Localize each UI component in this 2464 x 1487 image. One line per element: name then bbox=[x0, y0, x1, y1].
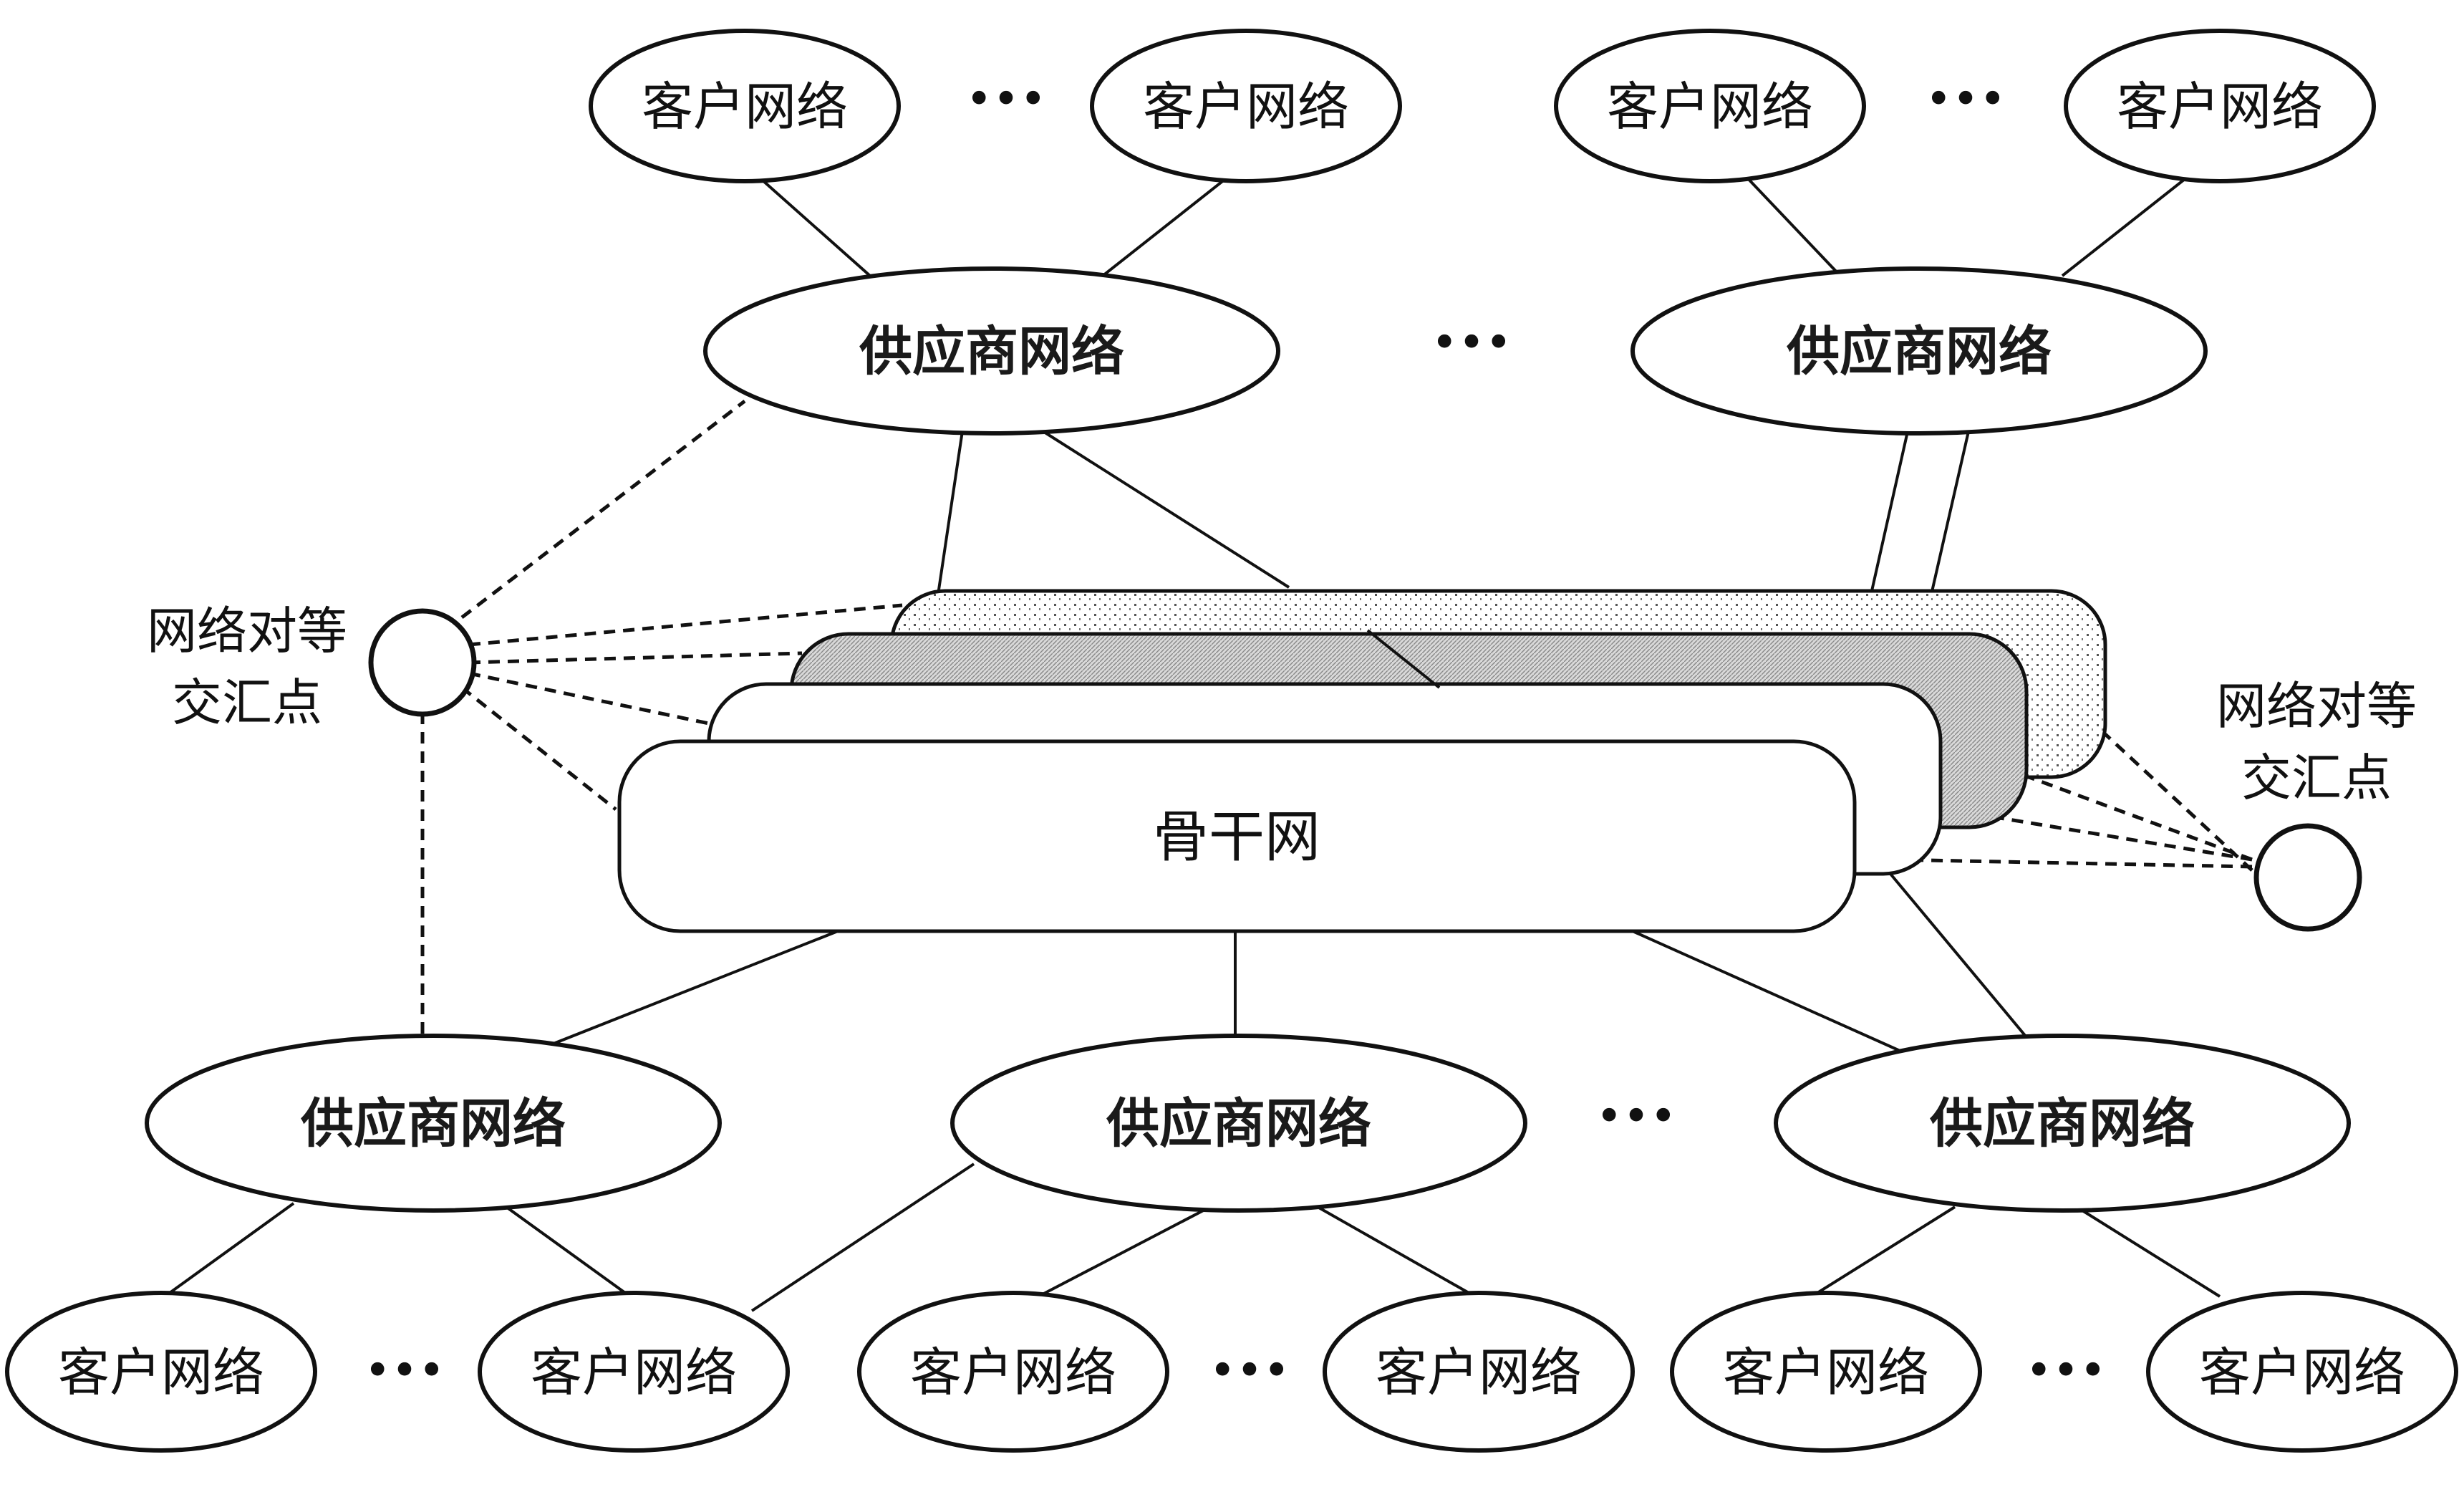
link bbox=[1889, 872, 2035, 1047]
link bbox=[1742, 173, 1842, 277]
diagram-canvas: 骨干网 客户网络 客户网络 客户网络 客户网络 供应商网络 供应商网络 供应商网… bbox=[5, 29, 2458, 1453]
backbone-stack bbox=[617, 589, 2107, 933]
ellipsis-marker: ••• bbox=[1431, 317, 1512, 370]
link bbox=[500, 1202, 632, 1298]
client-network: 客户网络 bbox=[5, 1291, 317, 1453]
link bbox=[1101, 173, 1233, 277]
ellipsis-marker: ••• bbox=[965, 73, 1046, 126]
ixp-label-line2: 交汇点 bbox=[172, 673, 322, 732]
ixp-label-line1: 网络对等 bbox=[147, 602, 347, 660]
link bbox=[937, 425, 965, 595]
peering-link bbox=[1890, 857, 2253, 869]
provider-network-label: 供应商网络 bbox=[859, 321, 1124, 382]
peering-link bbox=[468, 651, 803, 665]
client-network-label: 客户网络 bbox=[642, 77, 848, 137]
provider-network: 供应商网络 bbox=[703, 266, 1280, 435]
ixp-label-line1: 网络对等 bbox=[2216, 677, 2417, 736]
provider-network: 供应商网络 bbox=[1630, 266, 2208, 435]
client-network-label: 客户网络 bbox=[1143, 77, 1349, 137]
provider-network-label: 供应商网络 bbox=[1106, 1093, 1371, 1155]
client-network: 客户网络 bbox=[1554, 29, 1866, 183]
client-network: 客户网络 bbox=[1090, 29, 1402, 183]
ixp-node-right: 网络对等 交汇点 bbox=[2216, 677, 2417, 932]
provider-network: 供应商网络 bbox=[950, 1034, 1527, 1213]
link bbox=[2075, 1206, 2221, 1298]
peering-link bbox=[468, 671, 710, 726]
ellipsis-marker: ••• bbox=[1209, 1344, 1290, 1397]
link bbox=[1317, 1206, 1476, 1298]
peering-link bbox=[460, 686, 617, 811]
link bbox=[750, 1163, 975, 1312]
provider-network: 供应商网络 bbox=[1774, 1034, 2351, 1213]
backbone-label: 骨干网 bbox=[1153, 805, 1320, 870]
ellipsis-marker: ••• bbox=[364, 1344, 445, 1397]
provider-network-label: 供应商网络 bbox=[301, 1093, 566, 1155]
link bbox=[529, 930, 839, 1054]
provider-network: 供应商网络 bbox=[145, 1034, 722, 1213]
client-network-label: 客户网络 bbox=[2199, 1342, 2405, 1402]
peering-link bbox=[2019, 771, 2253, 862]
internet-topology-diagram: 骨干网 客户网络 客户网络 客户网络 客户网络 供应商网络 供应商网络 供应商网… bbox=[0, 0, 2464, 1487]
ixp-label-line2: 交汇点 bbox=[2241, 749, 2392, 807]
ixp-node-left: 网络对等 交汇点 bbox=[147, 602, 477, 732]
client-network-label: 客户网络 bbox=[1723, 1342, 1929, 1402]
client-network-label: 客户网络 bbox=[1376, 1342, 1582, 1402]
client-network-label: 客户网络 bbox=[910, 1342, 1116, 1402]
ellipsis-marker: ••• bbox=[1595, 1090, 1676, 1143]
client-network-label: 客户网络 bbox=[58, 1342, 264, 1402]
client-network: 客户网络 bbox=[589, 29, 901, 183]
client-network: 客户网络 bbox=[2064, 29, 2376, 183]
client-network-label: 客户网络 bbox=[1607, 77, 1813, 137]
peering-link bbox=[460, 400, 746, 619]
ellipsis-marker: ••• bbox=[1925, 73, 2006, 126]
client-network: 客户网络 bbox=[2146, 1291, 2458, 1453]
client-network: 客户网络 bbox=[1670, 1291, 1982, 1453]
client-network-label: 客户网络 bbox=[2117, 77, 2323, 137]
provider-network-label: 供应商网络 bbox=[1787, 321, 2052, 382]
client-network: 客户网络 bbox=[1323, 1291, 1635, 1453]
link bbox=[1632, 930, 1905, 1054]
link bbox=[1038, 1206, 1211, 1298]
client-network: 客户网络 bbox=[478, 1291, 790, 1453]
link bbox=[2061, 173, 2193, 277]
client-network: 客户网络 bbox=[857, 1291, 1169, 1453]
ellipsis-marker: ••• bbox=[2025, 1344, 2106, 1397]
link bbox=[163, 1202, 295, 1298]
link bbox=[1037, 427, 1290, 589]
client-network-label: 客户网络 bbox=[531, 1342, 737, 1402]
link bbox=[1810, 1206, 1956, 1298]
link bbox=[754, 173, 871, 277]
provider-network-label: 供应商网络 bbox=[1930, 1093, 2195, 1155]
